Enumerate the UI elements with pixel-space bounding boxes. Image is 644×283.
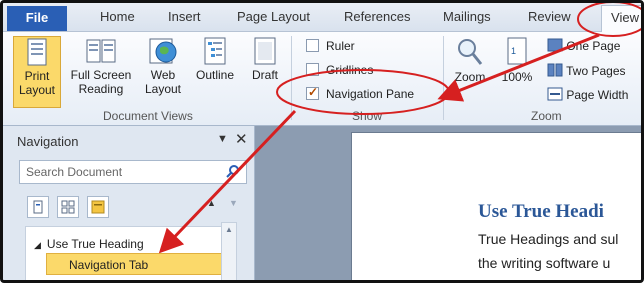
heading-item-label: Use True Heading <box>46 237 144 251</box>
selected-heading-item[interactable]: Navigation Tab <box>46 253 226 275</box>
web-label-line1: Web <box>150 68 176 82</box>
tab-view[interactable]: View <box>601 5 641 32</box>
outline-icon <box>204 37 226 65</box>
gridlines-checkbox[interactable]: Gridlines <box>306 63 373 77</box>
gridlines-label: Gridlines <box>326 63 374 77</box>
collapse-triangle-icon[interactable]: ◢ <box>34 240 41 250</box>
tab-mailings[interactable]: Mailings <box>443 9 491 24</box>
tab-page-layout[interactable]: Page Layout <box>237 9 310 24</box>
ruler-checkbox[interactable]: Ruler <box>306 39 355 53</box>
one-page-icon <box>547 38 563 52</box>
search-document-field[interactable]: Search Document <box>19 160 247 184</box>
print-layout-icon <box>27 38 47 66</box>
search-icon[interactable] <box>226 164 240 178</box>
document-heading: Use True Headi <box>478 201 604 222</box>
ribbon-tab-bar: File Home Insert Page Layout References … <box>3 3 641 32</box>
word-window: File Home Insert Page Layout References … <box>0 0 644 283</box>
print-label-line1: Print <box>24 69 50 83</box>
navigation-pane-box[interactable] <box>306 85 319 100</box>
pages-thumbnail-icon <box>61 200 75 214</box>
show-group-label: Show <box>352 109 383 123</box>
navigation-pane-label: Navigation Pane <box>326 87 415 101</box>
full-screen-label-line2: Reading <box>78 82 124 96</box>
magnifier-icon <box>458 39 483 65</box>
document-views-group-label: Document Views <box>103 109 193 123</box>
web-layout-button[interactable]: Web Layout <box>141 36 185 106</box>
two-pages-icon <box>547 63 563 77</box>
outline-button[interactable]: Outline <box>191 36 239 106</box>
close-pane-icon[interactable]: ✕ <box>235 130 248 148</box>
zoom-label: Zoom <box>454 70 486 84</box>
page-100-icon: 1 <box>507 37 527 65</box>
draft-label: Draft <box>251 68 278 82</box>
page-width-button[interactable]: Page Width <box>547 87 628 102</box>
full-screen-reading-button[interactable]: Full Screen Reading <box>65 36 137 106</box>
tab-insert[interactable]: Insert <box>168 9 201 24</box>
draft-icon <box>254 37 276 65</box>
print-label-line2: Layout <box>18 83 56 97</box>
zoom-100-button[interactable]: 1 100% <box>497 36 537 106</box>
group-separator <box>291 36 292 120</box>
zoom-button[interactable]: Zoom <box>447 36 493 106</box>
previous-heading-arrow-icon[interactable]: ▲ <box>207 198 216 208</box>
headings-icon <box>33 200 43 214</box>
zoom-group-label: Zoom <box>531 109 562 123</box>
page-width-icon <box>547 87 563 101</box>
full-screen-reading-icon <box>86 39 116 63</box>
document-line-2: the writing software u <box>478 255 611 271</box>
gridlines-box[interactable] <box>306 63 319 76</box>
web-label-line2: Layout <box>144 82 182 96</box>
ribbon-view: Print Layout Full Screen Reading Web Lay… <box>3 32 641 126</box>
print-layout-button[interactable]: Print Layout <box>13 36 61 108</box>
scroll-up-arrow-icon[interactable]: ▲ <box>225 225 233 234</box>
search-results-icon <box>91 200 105 214</box>
page-width-label: Page Width <box>566 88 629 102</box>
navigation-pane-checkbox[interactable]: Navigation Pane <box>306 85 415 101</box>
search-placeholder: Search Document <box>26 165 123 179</box>
one-page-button[interactable]: One Page <box>547 38 620 53</box>
headings-outline: ◢ Use True Heading Navigation Tab <box>25 226 237 280</box>
one-page-label: One Page <box>566 39 621 53</box>
browse-results-tab[interactable] <box>87 196 109 218</box>
two-pages-button[interactable]: Two Pages <box>547 63 626 78</box>
browse-pages-tab[interactable] <box>57 196 79 218</box>
document-line-1: True Headings and sul <box>478 231 619 247</box>
draft-button[interactable]: Draft <box>245 36 285 106</box>
two-pages-label: Two Pages <box>566 64 626 78</box>
next-heading-arrow-icon[interactable]: ▼ <box>229 198 238 208</box>
navigation-pane-title: Navigation <box>17 134 79 149</box>
browse-headings-tab[interactable] <box>27 196 49 218</box>
outline-label: Outline <box>195 68 235 82</box>
tab-review[interactable]: Review <box>528 9 571 24</box>
tab-references[interactable]: References <box>344 9 410 24</box>
svg-text:1: 1 <box>511 46 516 56</box>
ruler-box[interactable] <box>306 39 319 52</box>
pane-options-dropdown-icon[interactable]: ▼ <box>217 133 228 145</box>
full-screen-label-line1: Full Screen <box>70 68 132 82</box>
web-layout-globe-icon <box>149 38 177 64</box>
ruler-label: Ruler <box>326 39 355 53</box>
group-separator <box>443 36 444 120</box>
tab-home[interactable]: Home <box>100 9 135 24</box>
navigation-pane: Navigation ▼ ✕ Search Document ▲ ▼ ◢ Use … <box>3 126 255 280</box>
outline-scrollbar[interactable]: ▲ <box>221 222 237 280</box>
zoom-100-label: 100% <box>501 70 533 84</box>
heading-item[interactable]: ◢ Use True Heading <box>34 237 144 251</box>
tab-file[interactable]: File <box>7 6 67 31</box>
